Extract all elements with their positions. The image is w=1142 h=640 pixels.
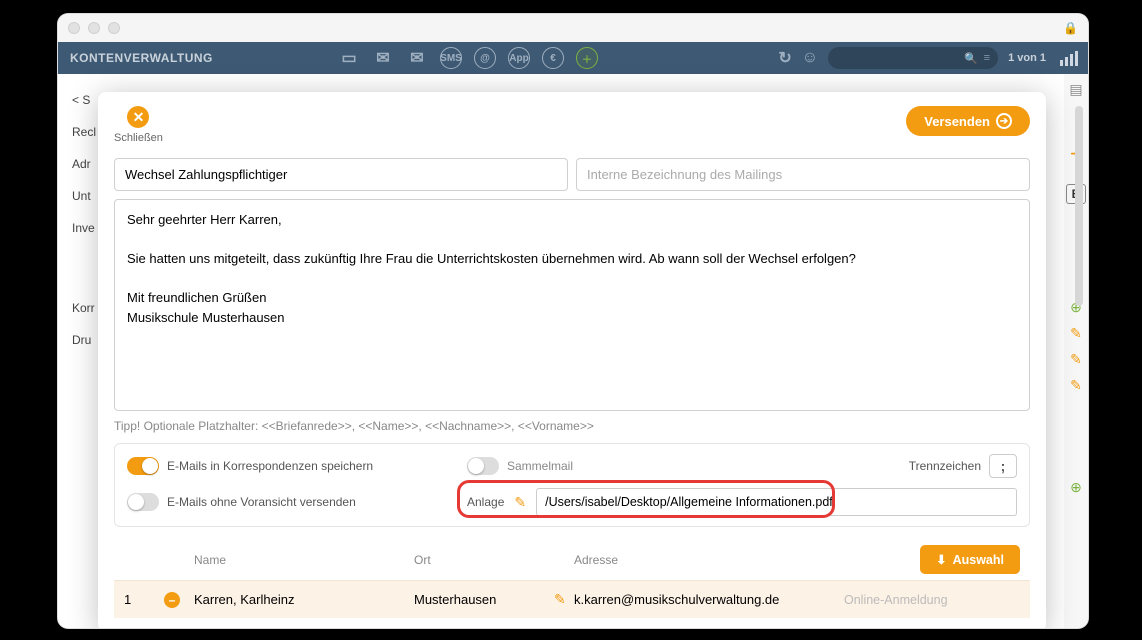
- auswahl-label: Auswahl: [953, 553, 1004, 567]
- toggle-sammel[interactable]: [467, 457, 499, 475]
- row-email: k.karren@musikschulverwaltung.de: [574, 592, 834, 607]
- mail-icon[interactable]: ✉: [372, 47, 394, 69]
- pencil-icon[interactable]: ✎: [514, 494, 526, 511]
- separator-row: Trennzeichen ;: [909, 454, 1017, 478]
- list-icon: ≡: [984, 52, 990, 64]
- auswahl-button[interactable]: ⬇ Auswahl: [920, 545, 1020, 574]
- opt-sammel-label: Sammelmail: [507, 459, 573, 473]
- download-icon: ⬇: [936, 552, 946, 567]
- close-label: Schließen: [114, 132, 163, 144]
- row-ort: Musterhausen: [414, 592, 554, 607]
- search-input[interactable]: 🔍 ≡: [828, 47, 998, 69]
- app-icon[interactable]: App: [508, 47, 530, 69]
- opt-sammel-row: Sammelmail: [467, 457, 909, 475]
- toolbar-icons: ▭ ✉ ✉ SMS @ App € ＋: [338, 47, 598, 69]
- zoom-window-icon[interactable]: [108, 22, 120, 34]
- refresh-icon[interactable]: ↻: [778, 48, 791, 68]
- titlebar: 🔒: [58, 14, 1088, 42]
- options-panel: E-Mails in Korrespondenzen speichern Sam…: [114, 443, 1030, 527]
- row-tag: Online-Anmeldung: [834, 593, 948, 607]
- signal-icon: [1060, 50, 1078, 66]
- monitor-icon[interactable]: ▭: [338, 47, 360, 69]
- attachment-row: Anlage ✎: [467, 488, 1017, 516]
- col-ort: Ort: [414, 553, 574, 567]
- toolbar-right: ↻ ☺ 🔍 ≡ 1 von 1: [778, 47, 1078, 69]
- search-icon: 🔍: [964, 52, 978, 65]
- subject-input[interactable]: [114, 158, 568, 191]
- send-button[interactable]: Versenden ➔: [906, 106, 1030, 136]
- lock-icon: 🔒: [1063, 21, 1078, 35]
- table-header: Name Ort Adresse ⬇ Auswahl: [114, 539, 1030, 580]
- row-name: Karren, Karlheinz: [194, 592, 414, 607]
- opt-save-label: E-Mails in Korrespondenzen speichern: [167, 459, 373, 473]
- sms-icon[interactable]: SMS: [440, 47, 462, 69]
- main-toolbar: KONTENVERWALTUNG ▭ ✉ ✉ SMS @ App € ＋ ↻ ☺…: [58, 42, 1088, 74]
- opt-noview-row: E-Mails ohne Voransicht versenden: [127, 493, 467, 511]
- toggle-save[interactable]: [127, 457, 159, 475]
- close-icon: ✕: [127, 106, 149, 128]
- col-adresse: Adresse: [574, 553, 834, 567]
- arrow-right-icon: ➔: [996, 113, 1012, 129]
- record-count: 1 von 1: [1008, 52, 1046, 64]
- separator-label: Trennzeichen: [909, 459, 981, 473]
- remove-icon[interactable]: –: [164, 592, 180, 608]
- send-label: Versenden: [924, 114, 990, 129]
- scrollbar[interactable]: [1074, 106, 1084, 526]
- euro-icon[interactable]: €: [542, 47, 564, 69]
- traffic-lights[interactable]: [68, 22, 120, 34]
- doc-icon[interactable]: ▤: [1067, 80, 1085, 98]
- close-window-icon[interactable]: [68, 22, 80, 34]
- separator-input[interactable]: ;: [989, 454, 1017, 478]
- mailing-modal: ✕ Schließen Versenden ➔ Sehr geehrter He…: [98, 92, 1046, 628]
- mailing-name-input[interactable]: [576, 158, 1030, 191]
- app-window: 🔒 KONTENVERWALTUNG ▭ ✉ ✉ SMS @ App € ＋ ↻…: [58, 14, 1088, 628]
- close-button[interactable]: ✕ Schließen: [114, 106, 163, 144]
- toggle-noview[interactable]: [127, 493, 159, 511]
- minimize-window-icon[interactable]: [88, 22, 100, 34]
- row-index: 1: [124, 592, 164, 607]
- pencil-icon[interactable]: ✎: [554, 591, 574, 608]
- mail2-icon[interactable]: ✉: [406, 47, 428, 69]
- user-icon[interactable]: ☺: [802, 49, 818, 67]
- attachment-input[interactable]: [536, 488, 1017, 516]
- opt-save-row: E-Mails in Korrespondenzen speichern: [127, 457, 467, 475]
- add-icon[interactable]: ＋: [576, 47, 598, 69]
- placeholder-hint: Tipp! Optionale Platzhalter: <<Briefanre…: [114, 419, 1030, 433]
- at-icon[interactable]: @: [474, 47, 496, 69]
- body-textarea[interactable]: Sehr geehrter Herr Karren, Sie hatten un…: [114, 199, 1030, 411]
- recipient-table: Name Ort Adresse ⬇ Auswahl 1 – Karren, K…: [114, 539, 1030, 618]
- module-title: KONTENVERWALTUNG: [70, 51, 213, 65]
- table-row[interactable]: 1 – Karren, Karlheinz Musterhausen ✎ k.k…: [114, 580, 1030, 618]
- col-name: Name: [194, 553, 414, 567]
- attachment-label: Anlage: [467, 495, 504, 509]
- opt-noview-label: E-Mails ohne Voransicht versenden: [167, 495, 356, 509]
